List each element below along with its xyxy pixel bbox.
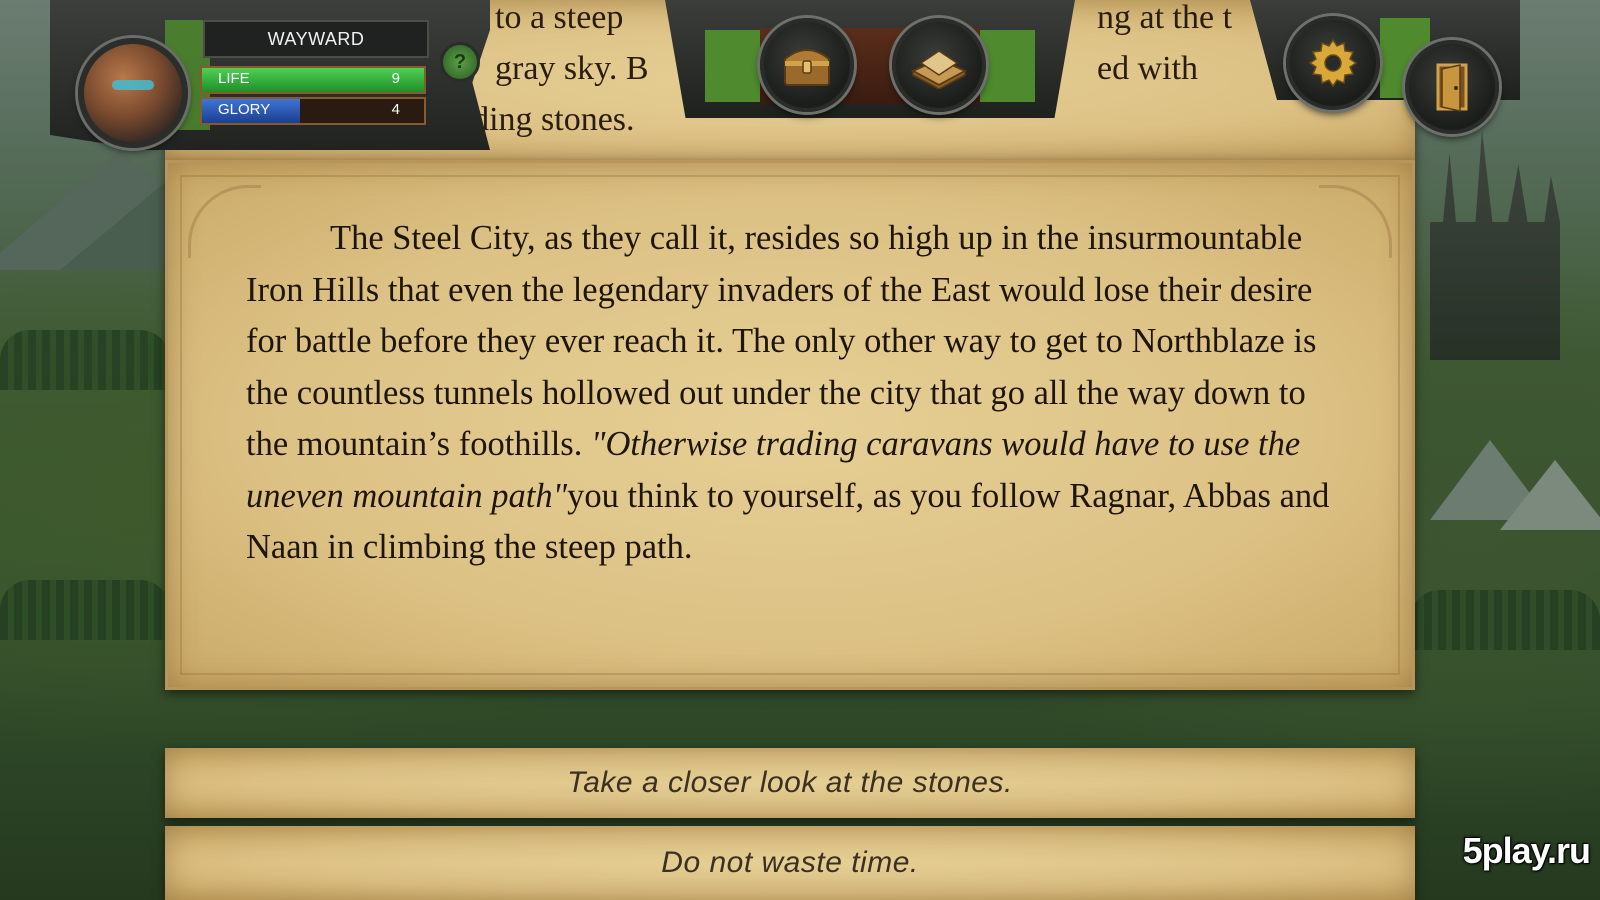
life-value: 9 (391, 70, 400, 87)
book-icon (910, 50, 968, 89)
player-avatar[interactable] (78, 38, 188, 148)
treasure-chest-icon (784, 49, 830, 86)
forest-left (0, 330, 170, 390)
glory-label: GLORY (218, 101, 271, 118)
life-label: LIFE (218, 70, 250, 87)
glory-value: 4 (391, 101, 400, 118)
player-name: WAYWARD (203, 20, 429, 58)
journal-button[interactable] (892, 18, 986, 112)
prev-text-line2-b: ed with (1097, 50, 1199, 87)
help-button[interactable]: ? (440, 42, 480, 82)
choice-button-2[interactable]: Do not waste time. (165, 826, 1415, 900)
prev-text-line1-a: to a steep (495, 0, 624, 36)
life-bar: LIFE 9 (200, 66, 426, 94)
settings-button[interactable] (1286, 16, 1380, 110)
forest-right (1410, 590, 1600, 650)
castle-silhouette (1430, 130, 1560, 360)
story-text: The Steel City, as they call it, resides… (246, 213, 1346, 574)
prev-text-line1-b: ng at the t (1097, 0, 1233, 36)
avatar-visor (112, 80, 154, 90)
story-panel: The Steel City, as they call it, resides… (165, 160, 1415, 690)
prev-text-line2-a: gray sky. B (495, 50, 649, 87)
gear-icon (1308, 38, 1358, 88)
door-exit-icon (1436, 63, 1468, 112)
mountain-right-2 (1500, 460, 1600, 530)
inventory-button[interactable] (760, 18, 854, 112)
watermark: 5play.ru (1462, 830, 1591, 871)
glory-bar: GLORY 4 (200, 97, 426, 125)
forest-left-2 (0, 580, 170, 640)
exit-button[interactable] (1405, 40, 1499, 134)
choice-button-1[interactable]: Take a closer look at the stones. (165, 748, 1415, 818)
